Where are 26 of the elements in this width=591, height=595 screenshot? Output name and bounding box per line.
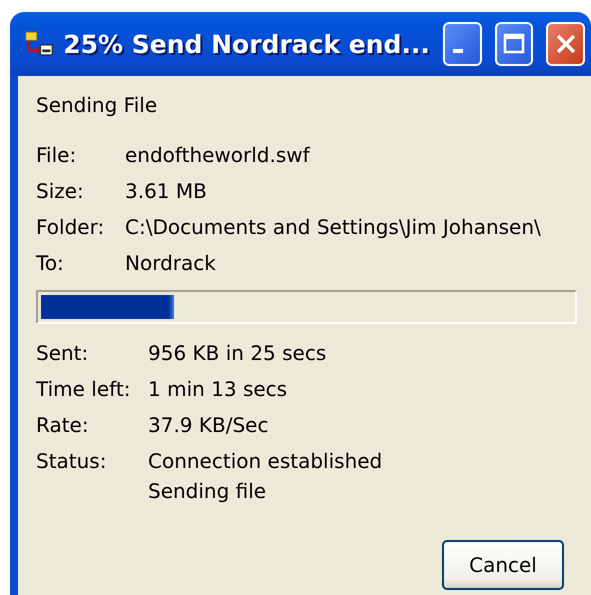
minimize-icon xyxy=(453,49,464,53)
window-title: 25% Send Nordrack end... xyxy=(63,30,430,58)
field-value: C:\Documents and Settings\Jim Johansen\ xyxy=(125,214,541,241)
field-value: 1 min 13 secs xyxy=(148,376,288,403)
field-value: Connection established xyxy=(148,448,382,475)
field-value: 37.9 KB/Sec xyxy=(148,412,268,439)
field-label: Rate: xyxy=(36,412,90,439)
maximize-icon xyxy=(502,33,525,55)
field-label: Folder: xyxy=(36,214,106,241)
field-label: Sent: xyxy=(36,340,90,367)
cancel-button[interactable]: Cancel xyxy=(442,540,564,590)
field-value: endoftheworld.swf xyxy=(125,142,310,169)
field-label: Size: xyxy=(36,178,85,205)
close-button[interactable] xyxy=(546,22,585,66)
field-label: To: xyxy=(36,250,65,277)
field-label: Status: xyxy=(36,448,108,475)
field-label: Time left: xyxy=(36,376,132,403)
section-heading: Sending File xyxy=(36,92,158,119)
field-value: 956 KB in 25 secs xyxy=(148,340,326,367)
minimize-button[interactable] xyxy=(442,22,482,66)
maximize-button[interactable] xyxy=(494,22,534,66)
close-icon xyxy=(554,33,577,55)
field-value: Sending file xyxy=(148,478,268,505)
field-label: File: xyxy=(36,142,78,169)
field-value: 3.61 MB xyxy=(125,178,207,205)
field-value: Nordrack xyxy=(125,250,216,277)
